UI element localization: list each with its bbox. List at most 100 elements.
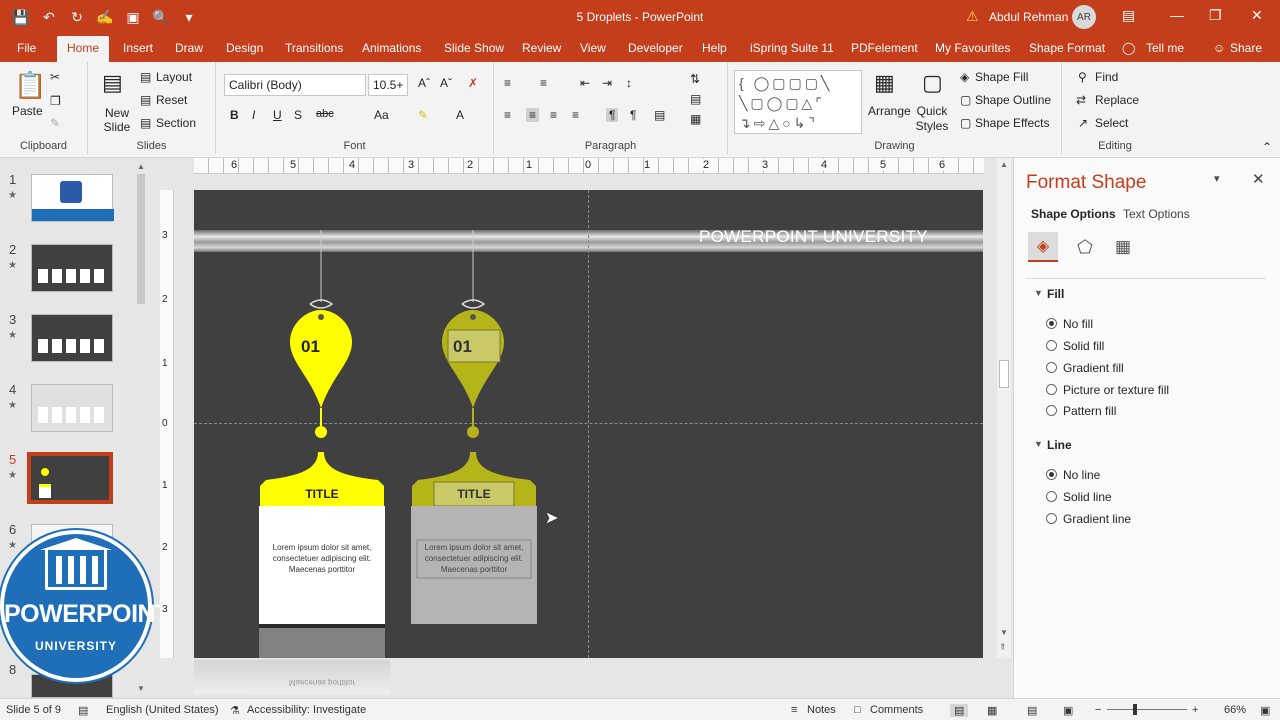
radio-gradient-fill[interactable]: Gradient fill [1046, 361, 1124, 375]
tell-me-search[interactable]: Tell me [1146, 41, 1184, 55]
effects-icon[interactable]: ⬠ [1070, 232, 1100, 262]
slide-sorter-icon[interactable]: ▦ [987, 704, 997, 717]
collapse-ribbon-icon[interactable]: ⌃ [1262, 140, 1272, 154]
accessibility-status[interactable]: Accessibility: Investigate [247, 704, 366, 716]
tab-shape-format[interactable]: Shape Format [1029, 41, 1105, 55]
radio-solid-line[interactable]: Solid line [1046, 490, 1112, 504]
radio-solid-fill[interactable]: Solid fill [1046, 339, 1104, 353]
tab-slide-show[interactable]: Slide Show [444, 41, 504, 55]
radio-picture-fill[interactable]: Picture or texture fill [1046, 383, 1169, 397]
close-icon[interactable]: ✕ [1251, 7, 1263, 24]
tab-pdfelement[interactable]: PDFelement [851, 41, 918, 55]
radio-button[interactable] [1046, 405, 1057, 416]
reset-button[interactable]: Reset [156, 93, 187, 107]
slideshow-view-icon[interactable]: ▣ [1063, 704, 1073, 717]
notes-button[interactable]: Notes [807, 704, 836, 716]
scroll-up-icon[interactable]: ▲ [137, 162, 145, 171]
collapse-fill-icon[interactable]: ▼ [1034, 288, 1043, 298]
clear-format-icon[interactable]: ✗ [468, 76, 478, 90]
scroll-down-icon[interactable]: ▼ [137, 684, 145, 693]
arrange-icon[interactable]: ▦ [874, 70, 895, 96]
tab-home[interactable]: Home [57, 36, 110, 62]
collapse-line-icon[interactable]: ▼ [1034, 439, 1043, 449]
radio-button[interactable] [1046, 340, 1057, 351]
zoom-in-icon[interactable]: + [1192, 704, 1198, 716]
pane-close-icon[interactable]: ✕ [1252, 170, 1265, 188]
justify-icon[interactable]: ≡ [572, 108, 579, 122]
ltr-icon[interactable]: ¶ [606, 108, 619, 122]
shape-outline-button[interactable]: Shape Outline [975, 93, 1051, 107]
comments-button[interactable]: Comments [870, 704, 923, 716]
minimize-icon[interactable]: — [1170, 7, 1184, 23]
paste-icon[interactable]: 📋 [14, 70, 46, 101]
zoom-level[interactable]: 66% [1224, 704, 1246, 716]
normal-view-icon[interactable]: ▤ [950, 704, 969, 717]
zoom-slider[interactable] [1107, 709, 1187, 710]
tab-animations[interactable]: Animations [362, 41, 421, 55]
scroll-down-icon[interactable]: ▼ [1000, 628, 1008, 637]
paste-button[interactable]: Paste [12, 104, 43, 118]
strikethrough-button[interactable]: abc [316, 108, 334, 120]
language-indicator[interactable]: English (United States) [106, 704, 219, 716]
card-body-text[interactable]: Lorem ipsum dolor sit amet, consectetuer… [259, 542, 385, 575]
droplet-shape[interactable] [290, 310, 352, 408]
ribbon-display-icon[interactable]: ▤ [1122, 7, 1135, 24]
bullets-icon[interactable]: ≡ [504, 76, 511, 90]
tab-draw[interactable]: Draw [175, 41, 203, 55]
zoom-out-icon[interactable]: − [1095, 704, 1101, 716]
grow-font-icon[interactable]: Aˆ [418, 76, 430, 90]
scroll-up-icon[interactable]: ▲ [1000, 160, 1008, 169]
fill-section-header[interactable]: Fill [1047, 287, 1064, 301]
tab-insert[interactable]: Insert [123, 41, 153, 55]
line-section-header[interactable]: Line [1047, 438, 1072, 452]
font-size-select[interactable]: 10.5+ [368, 74, 408, 96]
maximize-icon[interactable]: ❐ [1209, 7, 1222, 24]
slide-canvas[interactable]: POWERPOINT UNIVERSITY 01 01 TITLE TITLE … [194, 190, 983, 658]
user-name[interactable]: Abdul Rehman [989, 10, 1068, 24]
fill-line-icon[interactable]: ◈ [1028, 232, 1058, 262]
prev-slide-icon[interactable]: ⇑ [999, 642, 1007, 653]
text-direction-icon[interactable]: ⇅ [690, 72, 700, 86]
connector-dot[interactable] [467, 426, 479, 438]
tab-transitions[interactable]: Transitions [285, 41, 343, 55]
reading-view-icon[interactable]: ▤ [1027, 704, 1037, 717]
center-icon[interactable]: ≡ [526, 108, 540, 122]
tab-design[interactable]: Design [226, 41, 263, 55]
radio-no-line[interactable]: No line [1046, 468, 1100, 482]
share-button[interactable]: Share [1230, 41, 1262, 55]
card-title[interactable]: TITLE [434, 487, 514, 501]
radio-button[interactable] [1046, 469, 1057, 480]
line-spacing-icon[interactable]: ↕ [626, 76, 632, 90]
change-case-button[interactable]: Aa [374, 108, 389, 122]
slide-thumbnail[interactable] [31, 174, 114, 222]
align-left-icon[interactable]: ≡ [504, 108, 511, 122]
zoom-slider-thumb[interactable] [1133, 704, 1137, 715]
quick-styles-icon[interactable]: ▢ [922, 70, 943, 96]
slide-counter[interactable]: Slide 5 of 9 [6, 704, 61, 716]
avatar[interactable]: AR [1072, 5, 1096, 29]
radio-button[interactable] [1046, 318, 1057, 329]
slide-thumbnail-selected[interactable] [27, 452, 113, 504]
radio-button[interactable] [1046, 384, 1057, 395]
tab-review[interactable]: Review [522, 41, 561, 55]
arrange-button[interactable]: Arrange [868, 104, 911, 118]
align-right-icon[interactable]: ≡ [550, 108, 557, 122]
card-title[interactable]: TITLE [259, 487, 385, 501]
section-button[interactable]: Section [156, 116, 196, 130]
scroll-thumb[interactable] [999, 360, 1009, 388]
tab-help[interactable]: Help [702, 41, 727, 55]
radio-gradient-line[interactable]: Gradient line [1046, 512, 1131, 526]
slide-thumbnail[interactable] [31, 314, 113, 362]
underline-button[interactable]: U [273, 108, 282, 122]
editor-scrollbar[interactable]: ▲ ▼ ⇑ [997, 158, 1011, 658]
scroll-thumb[interactable] [137, 174, 145, 304]
size-properties-icon[interactable]: ▦ [1108, 232, 1138, 262]
slide-thumbnail[interactable] [31, 384, 113, 432]
shadow-button[interactable]: S [294, 108, 302, 122]
layout-button[interactable]: Layout [156, 70, 192, 84]
card-body-text[interactable]: Lorem ipsum dolor sit amet, consectetuer… [411, 542, 537, 575]
new-slide-button[interactable]: New Slide [102, 106, 132, 134]
tab-view[interactable]: View [580, 41, 606, 55]
radio-button[interactable] [1046, 362, 1057, 373]
radio-pattern-fill[interactable]: Pattern fill [1046, 404, 1116, 418]
